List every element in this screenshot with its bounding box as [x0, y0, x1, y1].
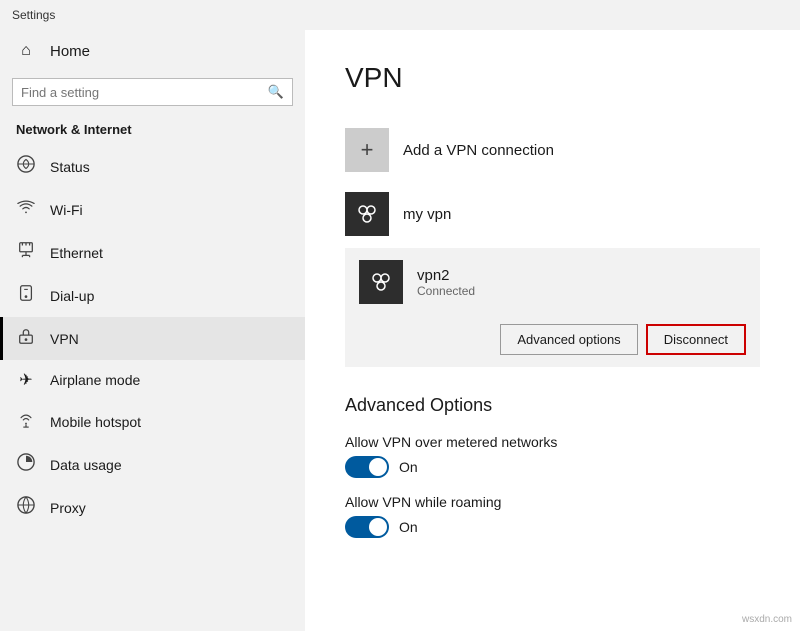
sidebar-item-wifi[interactable]: Wi-Fi: [0, 188, 305, 231]
datausage-icon: [16, 453, 36, 476]
content-area: VPN + Add a VPN connection my vpn: [305, 30, 800, 631]
toggle-roaming[interactable]: [345, 516, 389, 538]
title-bar-label: Settings: [12, 8, 55, 22]
search-icon: 🔍: [268, 84, 284, 100]
toggle-metered-text: On: [399, 459, 418, 475]
watermark: wsxdn.com: [742, 614, 792, 625]
vpn2-name: vpn2: [417, 267, 475, 284]
hotspot-icon: [16, 410, 36, 433]
advanced-options-button[interactable]: Advanced options: [500, 324, 637, 355]
wifi-icon: [16, 198, 36, 221]
myvpn-info: my vpn: [403, 206, 451, 223]
home-icon: ⌂: [16, 42, 36, 60]
add-vpn-button[interactable]: + Add a VPN connection: [345, 118, 760, 182]
ethernet-icon: [16, 241, 36, 264]
vpn-item-myvpn[interactable]: my vpn: [345, 182, 760, 246]
title-bar: Settings: [0, 0, 800, 30]
advanced-options-title: Advanced Options: [345, 395, 760, 416]
sidebar-item-proxy-label: Proxy: [50, 500, 86, 516]
sidebar-item-vpn[interactable]: VPN: [0, 317, 305, 360]
page-title: VPN: [345, 62, 760, 94]
vpn2-item[interactable]: vpn2 Connected: [345, 248, 760, 316]
status-icon: [16, 155, 36, 178]
sidebar-item-hotspot-label: Mobile hotspot: [50, 414, 141, 430]
myvpn-icon: [345, 192, 389, 236]
toggle-roaming-text: On: [399, 519, 418, 535]
search-box[interactable]: 🔍: [12, 78, 293, 106]
search-input[interactable]: [21, 85, 268, 100]
sidebar-item-datausage[interactable]: Data usage: [0, 443, 305, 486]
option-roaming: Allow VPN while roaming On: [345, 494, 760, 538]
sidebar-item-proxy[interactable]: Proxy: [0, 486, 305, 529]
sidebar-item-ethernet-label: Ethernet: [50, 245, 103, 261]
toggle-row-roaming: On: [345, 516, 760, 538]
main-layout: ⌂ Home 🔍 Network & Internet Status: [0, 30, 800, 631]
sidebar-section-title: Network & Internet: [0, 118, 305, 145]
proxy-icon: [16, 496, 36, 519]
plus-icon: +: [361, 137, 374, 163]
vpn2-info: vpn2 Connected: [417, 267, 475, 298]
sidebar-item-hotspot[interactable]: Mobile hotspot: [0, 400, 305, 443]
sidebar-home-label: Home: [50, 43, 90, 60]
option-metered-label: Allow VPN over metered networks: [345, 434, 760, 450]
vpn-actions: Advanced options Disconnect: [345, 316, 760, 367]
sidebar-item-status-label: Status: [50, 159, 90, 175]
vpn2-connected-box: vpn2 Connected Advanced options Disconne…: [345, 248, 760, 367]
add-vpn-label: Add a VPN connection: [403, 142, 554, 159]
sidebar-item-ethernet[interactable]: Ethernet: [0, 231, 305, 274]
add-vpn-icon: +: [345, 128, 389, 172]
myvpn-name: my vpn: [403, 206, 451, 223]
vpn2-icon: [359, 260, 403, 304]
option-roaming-label: Allow VPN while roaming: [345, 494, 760, 510]
sidebar-item-dialup-label: Dial-up: [50, 288, 94, 304]
sidebar-item-wifi-label: Wi-Fi: [50, 202, 83, 218]
dialup-icon: [16, 284, 36, 307]
disconnect-button[interactable]: Disconnect: [646, 324, 746, 355]
sidebar-item-dialup[interactable]: Dial-up: [0, 274, 305, 317]
sidebar-item-airplane-label: Airplane mode: [50, 372, 140, 388]
sidebar-item-status[interactable]: Status: [0, 145, 305, 188]
vpn2-status: Connected: [417, 284, 475, 298]
sidebar-item-vpn-label: VPN: [50, 331, 79, 347]
sidebar-home[interactable]: ⌂ Home: [0, 30, 305, 72]
sidebar-item-airplane[interactable]: ✈ Airplane mode: [0, 360, 305, 400]
toggle-row-metered: On: [345, 456, 760, 478]
sidebar-item-datausage-label: Data usage: [50, 457, 122, 473]
toggle-metered[interactable]: [345, 456, 389, 478]
airplane-icon: ✈: [16, 370, 36, 390]
sidebar: ⌂ Home 🔍 Network & Internet Status: [0, 30, 305, 631]
option-metered-networks: Allow VPN over metered networks On: [345, 434, 760, 478]
vpn-sidebar-icon: [16, 327, 36, 350]
